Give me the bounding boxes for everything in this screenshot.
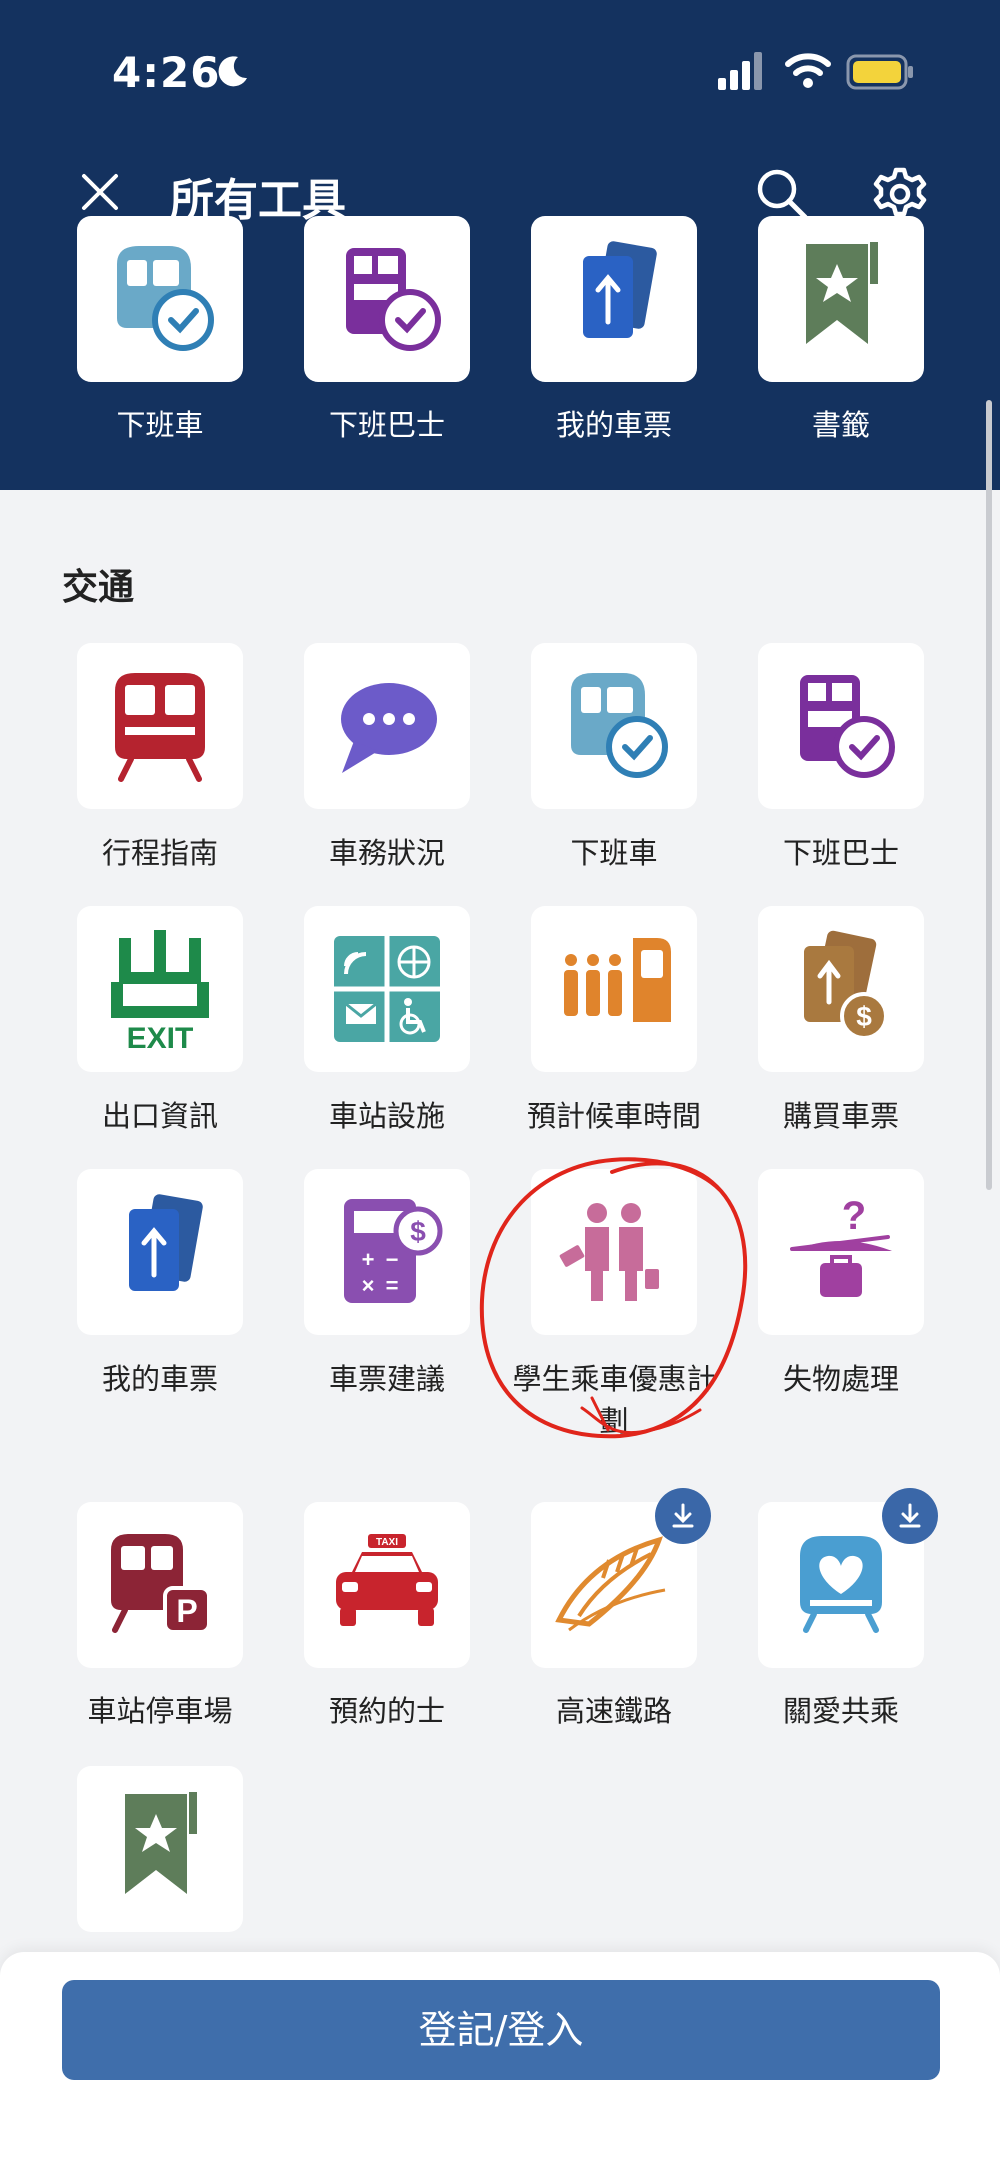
tool-book-taxi[interactable]: TAXI	[304, 1502, 470, 1668]
download-icon	[672, 1503, 694, 1528]
scrollbar[interactable]	[986, 400, 992, 1190]
tool-station-car-park[interactable]: P	[77, 1502, 243, 1668]
tool-buy-tickets[interactable]: $	[758, 906, 924, 1072]
svg-text:×: ×	[362, 1273, 375, 1298]
header: 4:26 所有工具 下班車 下班巴士 我的車票 書籤	[0, 0, 1000, 490]
favorite-my-ticket[interactable]	[531, 216, 697, 382]
section-title-transport: 交通	[62, 567, 135, 608]
students-icon	[559, 1203, 659, 1301]
favorite-label: 下班車	[116, 408, 204, 442]
tool-label: 行程指南	[101, 836, 218, 870]
tool-label: 學生乘車優惠計劃	[512, 1362, 716, 1438]
train-front-icon	[115, 673, 205, 782]
tool-label: 出口資訊	[101, 1099, 218, 1133]
svg-text:$: $	[856, 1001, 872, 1032]
bus-clock-icon	[346, 248, 441, 351]
svg-text:EXIT: EXIT	[127, 1022, 194, 1054]
ticket-icon	[583, 241, 657, 338]
waiting-time-icon	[564, 938, 671, 1022]
lost-property-icon: ?	[790, 1194, 892, 1297]
settings-gear-button[interactable]	[870, 164, 930, 224]
tool-label: 車務狀況	[328, 836, 445, 870]
tool-label: 預約的士	[328, 1694, 445, 1728]
station-parking-icon: P	[111, 1534, 211, 1634]
svg-text:=: =	[386, 1273, 399, 1298]
tool-next-bus[interactable]	[758, 643, 924, 809]
svg-text:−: −	[386, 1247, 399, 1272]
tool-label: 高速鐵路	[555, 1694, 672, 1728]
favorite-next-train[interactable]	[77, 216, 243, 382]
download-badge[interactable]	[882, 1488, 938, 1544]
favorite-next-bus[interactable]	[304, 216, 470, 382]
tool-lost-property[interactable]: ?	[758, 1169, 924, 1335]
svg-text:$: $	[410, 1216, 426, 1247]
tool-fare-suggestion[interactable]: + − × = $	[304, 1169, 470, 1335]
caring-ride-icon	[800, 1536, 882, 1633]
download-icon	[899, 1503, 921, 1528]
battery-icon	[846, 54, 913, 90]
exit-sign-icon: EXIT	[111, 930, 209, 1054]
tool-journey-planner[interactable]	[77, 643, 243, 809]
bookmark-icon	[125, 1792, 197, 1894]
tool-train-service-status[interactable]	[304, 643, 470, 809]
buy-ticket-icon: $	[804, 930, 888, 1040]
moon-icon	[218, 56, 247, 87]
tool-next-train[interactable]	[531, 643, 697, 809]
train-clock-icon	[117, 246, 214, 351]
tool-label: 車票建議	[328, 1362, 445, 1396]
bus-clock-icon	[800, 675, 895, 778]
chat-bubble-icon	[341, 683, 437, 773]
wifi-icon	[785, 53, 831, 88]
bookmark-icon	[806, 242, 878, 344]
search-button[interactable]	[752, 164, 812, 224]
favorite-label: 我的車票	[555, 408, 672, 442]
tool-label: 失物處理	[782, 1362, 899, 1396]
station-facilities-icon	[334, 936, 440, 1042]
tool-station-facilities[interactable]	[304, 906, 470, 1072]
svg-text:?: ?	[842, 1194, 866, 1238]
favorite-label: 下班巴士	[328, 408, 445, 442]
tool-exit-info[interactable]: EXIT	[77, 906, 243, 1072]
favorite-label: 書籤	[811, 408, 870, 442]
svg-text:+: +	[362, 1247, 375, 1272]
fare-calculator-icon: + − × = $	[344, 1199, 443, 1303]
register-login-button[interactable]: 登記/登入	[62, 1980, 940, 2080]
tool-label: 關愛共乘	[782, 1694, 899, 1728]
tool-label: 車站停車場	[87, 1694, 233, 1728]
cellular-signal-icon	[718, 52, 762, 90]
tool-label: 購買車票	[782, 1099, 899, 1133]
tool-label: 車站設施	[328, 1099, 445, 1133]
tool-label: 預計候車時間	[526, 1099, 701, 1133]
tool-bookmark[interactable]	[77, 1766, 243, 1932]
tool-student-travel-scheme[interactable]	[531, 1169, 697, 1335]
svg-text:P: P	[176, 1593, 197, 1629]
tool-my-tickets[interactable]	[77, 1169, 243, 1335]
tool-high-speed-rail[interactable]	[531, 1488, 711, 1668]
close-button[interactable]	[78, 170, 122, 214]
train-clock-icon	[571, 673, 668, 778]
ticket-icon	[129, 1194, 203, 1291]
tool-estimated-waiting-time[interactable]	[531, 906, 697, 1072]
taxi-icon: TAXI	[336, 1534, 438, 1626]
tool-label: 我的車票	[101, 1362, 218, 1396]
svg-text:TAXI: TAXI	[376, 1537, 398, 1548]
high-speed-rail-icon	[555, 1536, 666, 1632]
tool-label: 下班車	[570, 836, 658, 870]
favorite-bookmark[interactable]	[758, 216, 924, 382]
tool-label: 下班巴士	[782, 836, 899, 870]
status-time: 4:26	[112, 48, 221, 97]
tool-caring-ride[interactable]	[758, 1488, 938, 1668]
download-badge[interactable]	[655, 1488, 711, 1544]
